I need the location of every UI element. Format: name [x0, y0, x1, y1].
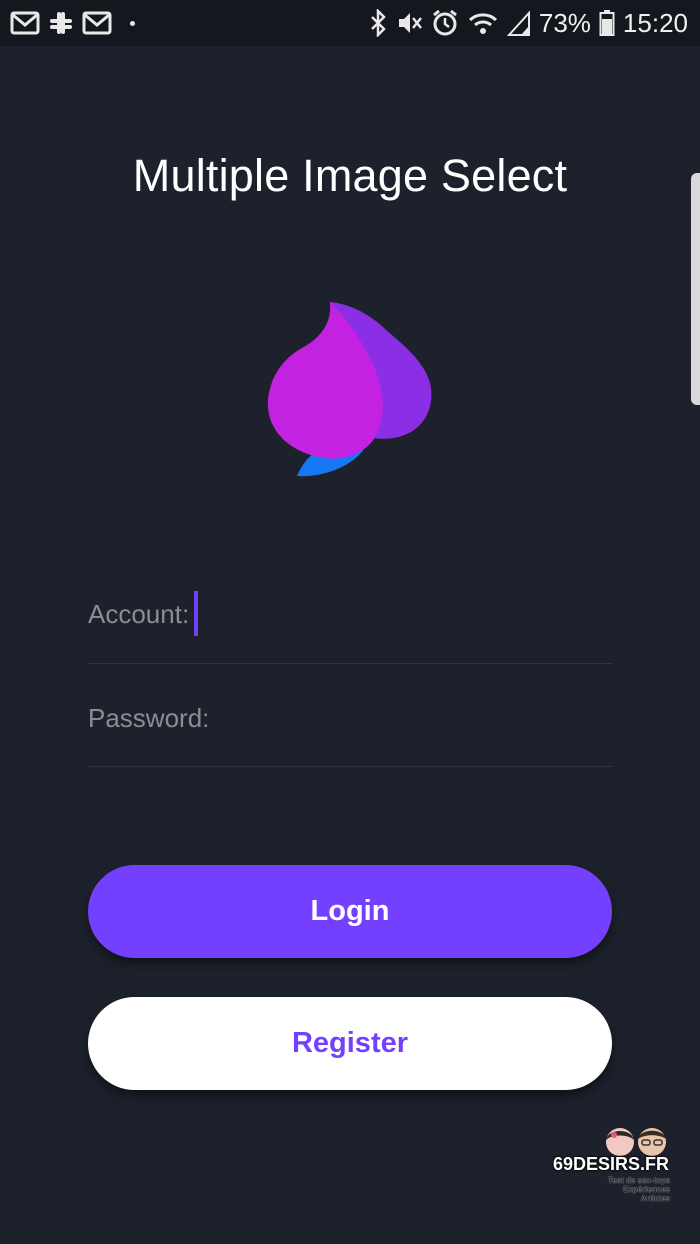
watermark-brand: 69DESIRS.FR [552, 1154, 670, 1174]
watermark-tagline-1: Test de sex-toys [607, 1176, 670, 1185]
status-bar-left [10, 10, 135, 36]
password-field[interactable]: Password: [88, 703, 209, 734]
battery-percent: 73% [538, 7, 591, 38]
watermark-tagline-2: Expériences [622, 1185, 670, 1194]
gmail-icon [82, 10, 112, 36]
watermark: 69DESIRS.FR Test de sex-toys Expériences… [550, 1126, 672, 1208]
password-underline [88, 766, 612, 767]
slack-icon [48, 10, 74, 36]
bluetooth-icon [369, 9, 387, 37]
alarm-icon [431, 9, 459, 37]
watermark-tagline-3: Articles [640, 1194, 670, 1203]
login-button[interactable]: Login [88, 865, 612, 958]
account-field[interactable]: Account: [88, 599, 189, 630]
status-bar: 73% 15:20 [0, 0, 700, 46]
signal-icon [506, 9, 531, 37]
clock-time: 15:20 [622, 7, 688, 38]
wifi-icon [467, 9, 499, 37]
edge-panel-handle[interactable] [691, 173, 700, 405]
gmail-icon [10, 10, 40, 36]
app-logo [262, 296, 440, 482]
page-title: Multiple Image Select [132, 150, 568, 201]
notification-dot-icon [130, 20, 135, 26]
mute-icon [395, 9, 423, 37]
battery-icon [599, 9, 615, 37]
status-bar-right: 73% 15:20 [369, 8, 688, 39]
watermark-tagline: Test de sex-toys Expériences Articles [608, 1176, 670, 1203]
register-button[interactable]: Register [88, 997, 612, 1090]
text-cursor [194, 591, 198, 636]
account-underline [88, 663, 612, 664]
